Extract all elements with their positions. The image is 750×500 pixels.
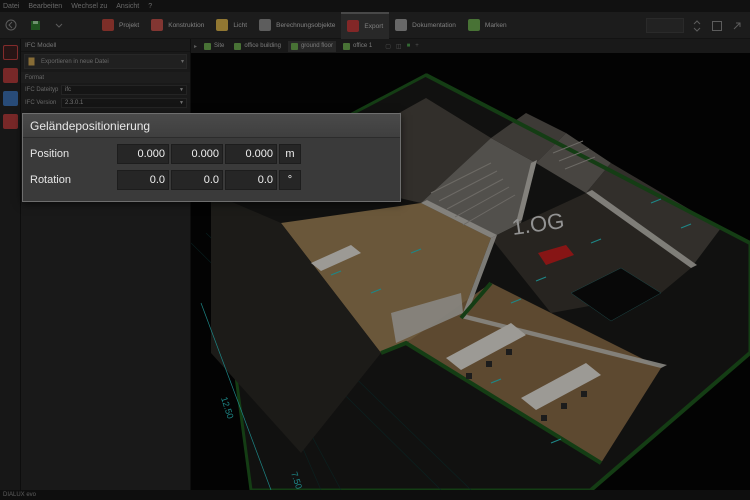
position-y-field[interactable]	[171, 144, 223, 164]
site-icon	[204, 42, 212, 50]
room-icon	[342, 42, 350, 50]
maximize-icon[interactable]	[730, 19, 744, 33]
crumb-floor[interactable]: ground floor	[287, 40, 336, 52]
panel-title: IFC Modell	[21, 39, 190, 52]
projekt-icon	[102, 19, 114, 31]
menu-help[interactable]: ?	[148, 3, 152, 10]
tab-label: Berechnungsobjekte	[276, 21, 336, 29]
crumb-room[interactable]: office 1	[340, 41, 375, 52]
tab-projekt[interactable]: Projekt	[96, 12, 145, 39]
add-icon[interactable]: +	[415, 43, 419, 50]
viewport-tools: ▢ ◫ ■ +	[385, 43, 418, 50]
quick-access	[0, 18, 96, 32]
ifc-version-value: 2.3.0.1	[65, 100, 84, 106]
menu-file[interactable]: Datei	[3, 3, 19, 10]
tab-marken[interactable]: Marken	[462, 12, 513, 39]
pdf-icon[interactable]	[2, 114, 18, 129]
ifc-type-select[interactable]: ifc ▼	[61, 85, 187, 95]
back-icon[interactable]	[4, 18, 18, 32]
3d-viewport[interactable]: ▸ Site office building ground floor offi…	[191, 39, 750, 490]
home-icon[interactable]: ▸	[194, 43, 197, 50]
settings-icon[interactable]	[710, 19, 724, 33]
crumb-building[interactable]: office building	[231, 41, 284, 52]
dokumentation-icon	[395, 19, 408, 31]
position-x-field[interactable]	[117, 144, 169, 164]
export-label: Exportieren in neue Datei	[41, 58, 109, 65]
status-bar: DIALUX evo	[0, 490, 750, 500]
view-mode-icon[interactable]: ▢	[385, 43, 391, 50]
save-icon[interactable]	[28, 18, 42, 32]
crumb-label: office 1	[352, 43, 373, 49]
crumb-label: ground floor	[300, 43, 333, 49]
tab-konstruktion[interactable]: Konstruktion	[145, 12, 210, 39]
berechnungsobjekte-icon	[259, 19, 272, 31]
rotation-row: Rotation °	[23, 169, 400, 191]
document-icon[interactable]	[2, 91, 18, 106]
tab-licht[interactable]: Licht	[210, 12, 253, 39]
position-row: Position m	[23, 143, 400, 165]
rotation-label: Rotation	[30, 174, 71, 186]
chevron-down-icon: ▾	[180, 59, 184, 65]
rotation-y-field[interactable]	[171, 170, 223, 190]
export-new-file-button[interactable]: Exportieren in neue Datei ▾	[24, 54, 187, 69]
ifc-type-row: IFC Dateityp ifc ▼	[21, 84, 190, 96]
rotation-unit: °	[279, 170, 301, 190]
ifc-type-value: ifc	[65, 87, 71, 93]
toolbar-search-field[interactable]	[646, 18, 684, 33]
menu-switch[interactable]: Wechsel zu	[71, 3, 107, 10]
tab-label: Licht	[233, 21, 248, 29]
rotation-x-field[interactable]	[117, 170, 169, 190]
crumb-site[interactable]: Site	[201, 41, 227, 52]
menu-view[interactable]: Ansicht	[116, 3, 139, 10]
export-file-icon	[28, 57, 35, 66]
dropdown-icon[interactable]	[52, 18, 66, 32]
building-icon	[234, 42, 242, 50]
marken-icon	[467, 19, 480, 31]
app-name: DIALUX evo	[3, 492, 37, 498]
tab-label: Dokumentation	[412, 21, 456, 29]
green-view-icon[interactable]: ■	[407, 43, 411, 50]
rotation-z-field[interactable]	[225, 170, 277, 190]
position-z-field[interactable]	[225, 144, 277, 164]
dialog-title: Geländepositionierung	[23, 114, 400, 138]
export-icon	[347, 20, 360, 32]
tab-label: Export	[364, 22, 384, 30]
layer-icon[interactable]: ◫	[396, 43, 402, 50]
ifc-type-label: IFC Dateityp	[25, 87, 59, 93]
ribbon-tabs: Projekt Konstruktion Licht Berechnungsob…	[96, 11, 513, 39]
floor-icon	[290, 42, 298, 50]
menu-bar: Datei Bearbeiten Wechsel zu Ansicht ?	[0, 0, 750, 12]
breadcrumb: ▸ Site office building ground floor offi…	[191, 39, 750, 53]
tab-berechnungsobjekte[interactable]: Berechnungsobjekte	[253, 12, 341, 39]
tab-label: Marken	[484, 21, 507, 29]
user-icon[interactable]	[2, 68, 18, 83]
ifc-version-row: IFC Version 2.3.0.1 ▼	[21, 97, 190, 109]
stepper-icon[interactable]	[690, 19, 704, 33]
ifc-export-icon[interactable]	[2, 45, 18, 60]
tab-dokumentation[interactable]: Dokumentation	[389, 12, 462, 39]
tab-label: Projekt	[119, 21, 140, 29]
ifc-version-select[interactable]: 2.3.0.1 ▼	[61, 98, 187, 108]
ifc-version-label: IFC Version	[25, 100, 57, 106]
ifc-panel: IFC Modell Exportieren in neue Datei ▾ F…	[21, 39, 191, 490]
left-icon-strip	[0, 39, 21, 490]
toolbar-right	[646, 12, 750, 39]
site-positioning-dialog: Geländepositionierung Position m Rotatio…	[22, 113, 401, 202]
crumb-label: Site	[214, 43, 225, 49]
menu-edit[interactable]: Bearbeiten	[28, 3, 62, 10]
chevron-down-icon: ▼	[179, 87, 184, 93]
konstruktion-icon	[151, 19, 164, 31]
licht-icon	[216, 19, 229, 31]
tab-label: Konstruktion	[168, 21, 205, 29]
main-toolbar: Projekt Konstruktion Licht Berechnungsob…	[0, 11, 750, 39]
crumb-label: office building	[244, 43, 281, 49]
tab-export[interactable]: Export	[341, 11, 390, 39]
dimension-label: 12.50	[219, 396, 235, 421]
position-unit: m	[279, 144, 301, 164]
format-section: Format	[21, 72, 190, 83]
chevron-down-icon: ▼	[179, 100, 184, 106]
position-label: Position	[30, 148, 70, 160]
